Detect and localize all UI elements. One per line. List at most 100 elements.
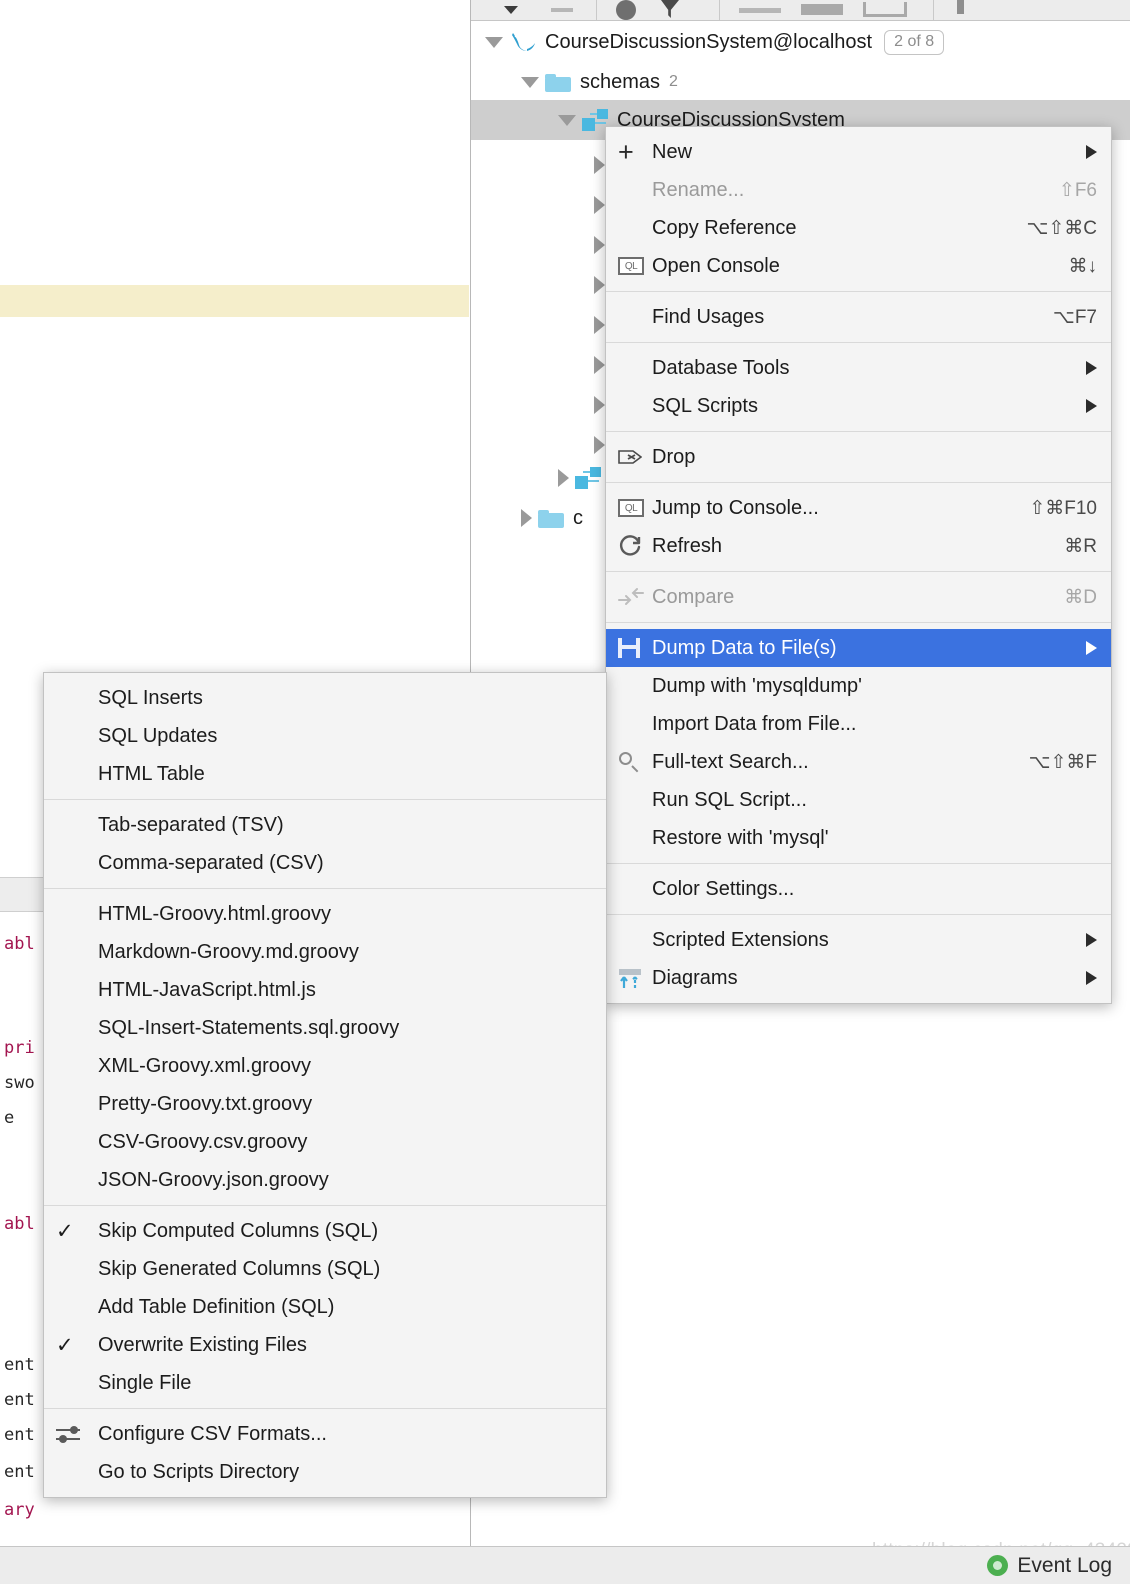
submenu-item-overwrite-existing-files[interactable]: ✓ Overwrite Existing Files — [44, 1326, 606, 1364]
twisty-down-icon[interactable] — [485, 36, 503, 48]
event-log-button[interactable]: Event Log — [987, 1554, 1112, 1578]
menu-separator — [606, 863, 1111, 864]
menu-item-label: Compare — [652, 585, 735, 608]
submenu-item-label: Single File — [98, 1371, 192, 1394]
chevron-right-icon — [1086, 399, 1097, 413]
tree-node[interactable]: schemas 2 — [471, 62, 1130, 102]
chevron-right-icon — [1086, 145, 1097, 159]
submenu-item-html-groovy-html-groovy[interactable]: HTML-Groovy.html.groovy — [44, 895, 606, 933]
submenu-item-label: Markdown-Groovy.md.groovy — [98, 940, 359, 963]
submenu-item-add-table-definition-sql[interactable]: Add Table Definition (SQL) — [44, 1288, 606, 1326]
submenu-item-skip-computed-columns-sql[interactable]: ✓ Skip Computed Columns (SQL) — [44, 1212, 606, 1250]
submenu-item-go-to-scripts-directory[interactable]: Go to Scripts Directory — [44, 1453, 606, 1491]
menu-item-shortcut: ⌥⇧⌘C — [1026, 217, 1097, 239]
tree-node-label: schemas — [580, 70, 661, 93]
minus-icon[interactable] — [551, 8, 573, 12]
menu-item-jump-to-console[interactable]: QL Jump to Console... ⇧⌘F10 — [606, 489, 1111, 527]
save-floppy-icon — [618, 638, 652, 658]
menu-item-sql-scripts[interactable]: SQL Scripts — [606, 387, 1111, 425]
menu-item-refresh[interactable]: Refresh ⌘R — [606, 527, 1111, 565]
database-context-menu[interactable]: + New Rename... ⇧F6 Copy Reference ⌥⇧⌘C QL Open… — [605, 126, 1112, 1004]
submenu-item-label: Skip Generated Columns (SQL) — [98, 1257, 381, 1280]
menu-item-full-text-search[interactable]: Full-text Search... ⌥⇧⌘F — [606, 743, 1111, 781]
submenu-item-tab-separated-tsv[interactable]: Tab-separated (TSV) — [44, 806, 606, 844]
submenu-item-csv-groovy-csv-groovy[interactable]: CSV-Groovy.csv.groovy — [44, 1123, 606, 1161]
toolbar-divider — [596, 0, 597, 20]
menu-separator — [606, 914, 1111, 915]
sync-icon[interactable] — [616, 0, 636, 20]
filter-icon[interactable] — [661, 0, 679, 18]
menu-separator — [606, 342, 1111, 343]
caret-down-icon[interactable] — [504, 6, 518, 14]
checkmark-icon: ✓ — [56, 1333, 74, 1357]
menu-item-open-console[interactable]: QL Open Console ⌘↓ — [606, 247, 1111, 285]
twisty-right-icon[interactable] — [594, 276, 605, 294]
twisty-right-icon[interactable] — [594, 156, 605, 174]
twisty-right-icon[interactable] — [521, 509, 532, 527]
window-icon[interactable] — [863, 2, 907, 17]
menu-item-dump-with-mysqldump[interactable]: Dump with 'mysqldump' — [606, 667, 1111, 705]
menu-item-shortcut: ⌘D — [1064, 586, 1097, 608]
submenu-item-single-file[interactable]: Single File — [44, 1364, 606, 1402]
menu-item-scripted-extensions[interactable]: Scripted Extensions — [606, 921, 1111, 959]
submenu-item-json-groovy-json-groovy[interactable]: JSON-Groovy.json.groovy — [44, 1161, 606, 1199]
menu-item-dump-data-to-file-s[interactable]: Dump Data to File(s) — [606, 629, 1111, 667]
database-toolbar[interactable] — [471, 0, 1130, 21]
menu-item-copy-reference[interactable]: Copy Reference ⌥⇧⌘C — [606, 209, 1111, 247]
submenu-item-sql-inserts[interactable]: SQL Inserts — [44, 679, 606, 717]
twisty-right-icon[interactable] — [594, 236, 605, 254]
submenu-item-pretty-groovy-txt-groovy[interactable]: Pretty-Groovy.txt.groovy — [44, 1085, 606, 1123]
submenu-item-sql-updates[interactable]: SQL Updates — [44, 717, 606, 755]
menu-item-color-settings[interactable]: Color Settings... — [606, 870, 1111, 908]
menu-item-diagrams[interactable]: Diagrams — [606, 959, 1111, 997]
twisty-down-icon[interactable] — [558, 114, 576, 126]
twisty-down-icon[interactable] — [521, 76, 539, 88]
menu-item-label: Run SQL Script... — [652, 788, 807, 811]
submenu-item-xml-groovy-xml-groovy[interactable]: XML-Groovy.xml.groovy — [44, 1047, 606, 1085]
submenu-item-label: CSV-Groovy.csv.groovy — [98, 1130, 308, 1153]
menu-item-restore-with-mysql[interactable]: Restore with 'mysql' — [606, 819, 1111, 857]
submenu-item-label: HTML-JavaScript.html.js — [98, 978, 316, 1001]
submenu-item-comma-separated-csv[interactable]: Comma-separated (CSV) — [44, 844, 606, 882]
tree-node-badge: 2 of 8 — [884, 29, 945, 55]
dash-icon[interactable] — [739, 8, 781, 13]
twisty-right-icon[interactable] — [594, 356, 605, 374]
tree-node[interactable]: CourseDiscussionSystem@localhost 2 of 8 — [471, 22, 1130, 62]
code-fragment: pri — [4, 1038, 35, 1058]
menu-item-compare[interactable]: Compare ⌘D — [606, 578, 1111, 616]
menu-item-rename[interactable]: Rename... ⇧F6 — [606, 171, 1111, 209]
green-dot-icon — [987, 1555, 1009, 1576]
menu-item-find-usages[interactable]: Find Usages ⌥F7 — [606, 298, 1111, 336]
menu-item-shortcut: ⇧⌘F10 — [1029, 497, 1097, 519]
block-icon[interactable] — [801, 4, 843, 15]
submenu-item-html-javascript-html-js[interactable]: HTML-JavaScript.html.js — [44, 971, 606, 1009]
menu-item-run-sql-script[interactable]: Run SQL Script... — [606, 781, 1111, 819]
sql-editor-panel[interactable] — [0, 0, 471, 675]
toolbar-divider-3 — [933, 0, 934, 20]
chevron-right-icon — [1086, 641, 1097, 655]
editor-highlighted-line — [0, 285, 469, 317]
submenu-item-sql-insert-statements-sql-groovy[interactable]: SQL-Insert-Statements.sql.groovy — [44, 1009, 606, 1047]
submenu-separator — [44, 1205, 606, 1206]
menu-item-drop[interactable]: Drop — [606, 438, 1111, 476]
menu-item-shortcut: ⇧F6 — [1058, 179, 1097, 201]
submenu-item-configure-csv-formats[interactable]: Configure CSV Formats... — [44, 1415, 606, 1453]
menu-item-import-data-from-file[interactable]: Import Data from File... — [606, 705, 1111, 743]
twisty-right-icon[interactable] — [594, 196, 605, 214]
folder-icon — [545, 72, 571, 92]
menu-item-database-tools[interactable]: Database Tools — [606, 349, 1111, 387]
dump-data-to-files-submenu[interactable]: SQL Inserts SQL Updates HTML Table Tab-sepa… — [43, 672, 607, 1498]
menu-item-label: Dump Data to File(s) — [652, 636, 837, 659]
code-fragment: ent — [4, 1390, 35, 1410]
submenu-item-html-table[interactable]: HTML Table — [44, 755, 606, 793]
menu-item-new[interactable]: + New — [606, 133, 1111, 171]
submenu-item-skip-generated-columns-sql[interactable]: Skip Generated Columns (SQL) — [44, 1250, 606, 1288]
tree-node-count: 2 — [669, 73, 678, 90]
twisty-right-icon[interactable] — [594, 316, 605, 334]
menu-item-label: SQL Scripts — [652, 394, 758, 417]
pin-icon[interactable] — [957, 0, 964, 14]
twisty-right-icon[interactable] — [594, 396, 605, 414]
twisty-right-icon[interactable] — [594, 436, 605, 454]
submenu-item-markdown-groovy-md-groovy[interactable]: Markdown-Groovy.md.groovy — [44, 933, 606, 971]
twisty-right-icon[interactable] — [558, 469, 569, 487]
